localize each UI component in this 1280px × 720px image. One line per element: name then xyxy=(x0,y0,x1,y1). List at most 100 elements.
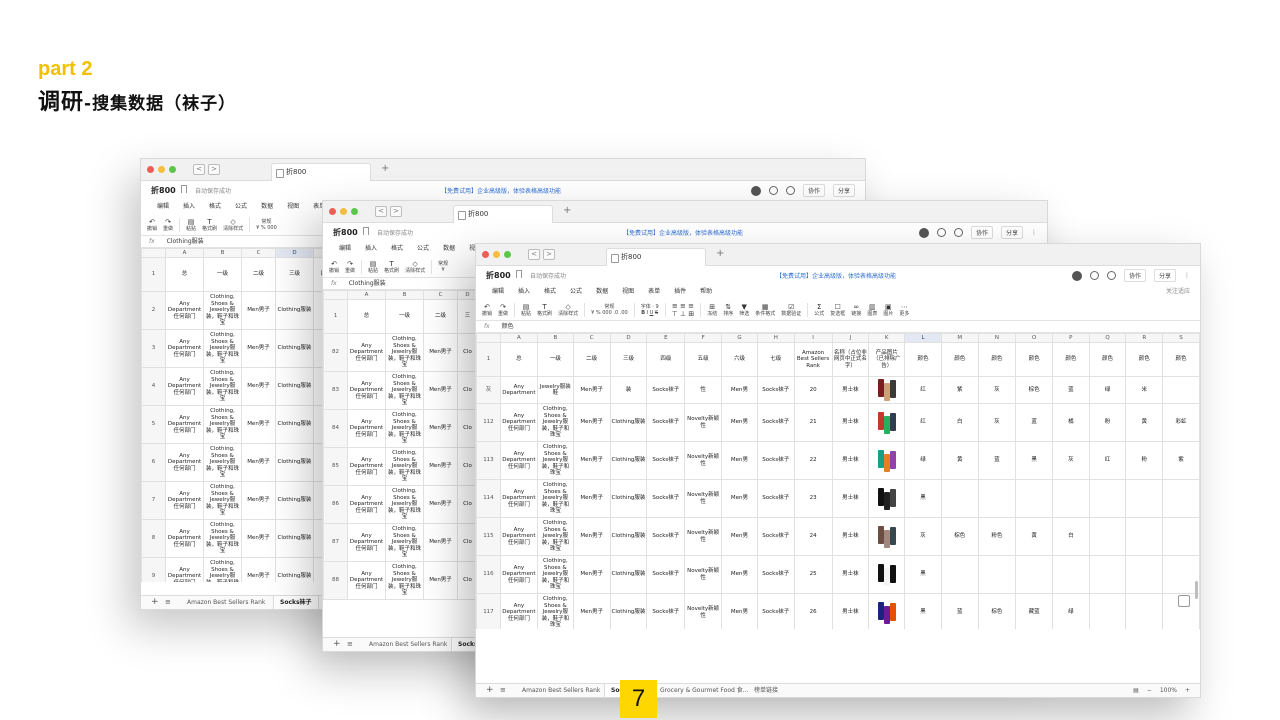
undo-button[interactable]: ↶ 撤销 xyxy=(482,303,492,317)
product-image-cell[interactable] xyxy=(868,593,906,629)
menu-edit[interactable]: 编辑 xyxy=(157,200,169,214)
table-cell[interactable]: Clothing, Shoes & Jewelry服装，鞋子和珠宝 xyxy=(385,409,424,448)
row-header[interactable]: 6 xyxy=(141,443,166,482)
color-cell[interactable]: 棕色 xyxy=(940,517,979,556)
table-cell[interactable]: 男士袜 xyxy=(831,479,870,518)
table-cell[interactable]: Any Department 任何部门 xyxy=(165,557,204,582)
menu-help[interactable]: 帮助 xyxy=(700,285,712,299)
clear-format-button[interactable]: ◇ 清除样式 xyxy=(405,260,425,274)
table-cell[interactable]: Clothing, Shoes & Jewelry服装，鞋子和珠宝 xyxy=(536,555,574,594)
new-tab-button[interactable]: + xyxy=(716,248,724,259)
color-cell[interactable]: 蓝 xyxy=(977,441,1017,480)
table-cell[interactable]: 蓝 xyxy=(1051,376,1090,404)
data-valid-button[interactable]: ☑ 数据验证 xyxy=(781,303,801,317)
table-cell[interactable]: Men男子 xyxy=(241,405,276,444)
table-cell[interactable]: Men男 xyxy=(721,479,758,518)
doc-title[interactable]: 折800 xyxy=(486,270,511,281)
avatar[interactable] xyxy=(1071,270,1082,281)
doc-title[interactable]: 折800 xyxy=(151,185,176,196)
table-cell[interactable]: Clothing服装 xyxy=(275,405,314,444)
sheet-tab-template[interactable]: 榜单链接 xyxy=(748,684,784,697)
row-header[interactable]: 8 xyxy=(141,519,166,558)
back-button[interactable]: < xyxy=(528,249,540,260)
header-cell[interactable]: 四级 xyxy=(646,342,686,377)
table-cell[interactable]: 棕色 xyxy=(1015,376,1053,404)
collab-button[interactable]: 协作 xyxy=(970,226,993,239)
format-painter-button[interactable]: T 格式刷 xyxy=(202,218,217,232)
table-cell[interactable]: Men男子 xyxy=(241,557,276,582)
table-cell[interactable]: Any Department 任何部门 xyxy=(347,485,386,524)
header-cell[interactable]: 一级 xyxy=(385,299,424,334)
redo-button[interactable]: ↷ 重做 xyxy=(163,218,173,232)
table-cell[interactable]: Men男子 xyxy=(572,555,611,594)
header-cell[interactable]: 二级 xyxy=(423,299,458,334)
bookmark-icon[interactable] xyxy=(516,270,522,278)
row-header[interactable]: 7 xyxy=(141,481,166,520)
color-cell[interactable]: 蓝 xyxy=(1015,403,1053,442)
row-header[interactable]: 115 xyxy=(476,517,501,556)
filter-button[interactable]: ▼ 筛选 xyxy=(739,303,749,317)
table-cell[interactable]: Any Department 任何部门 xyxy=(347,371,386,410)
number-format-select[interactable]: 常规 ¥ xyxy=(438,261,448,273)
column-header[interactable]: C xyxy=(423,290,458,300)
table-cell[interactable]: Clothing, Shoes & Jewelry服装，鞋子和珠宝 xyxy=(203,329,242,368)
table-cell[interactable]: Clothing, Shoes & Jewelry服装，鞋子和珠宝 xyxy=(536,441,574,480)
color-cell[interactable] xyxy=(1051,555,1090,594)
table-cell[interactable]: Men男 xyxy=(721,376,758,404)
color-cell[interactable] xyxy=(1125,593,1164,629)
color-cell[interactable] xyxy=(977,555,1017,594)
table-cell[interactable]: Men男子 xyxy=(241,367,276,406)
table-cell[interactable]: Clothing, Shoes & Jewelry服装，鞋子和珠宝 xyxy=(203,405,242,444)
table-cell[interactable]: Clothing服装 xyxy=(275,329,314,368)
paste-button[interactable]: ▤ 粘贴 xyxy=(521,303,531,317)
more-icon[interactable]: ⋮ xyxy=(1184,272,1190,279)
product-image-cell[interactable] xyxy=(868,517,906,556)
table-cell[interactable]: Socks袜子 xyxy=(756,555,795,594)
table-cell[interactable]: Clothing, Shoes & Jewelry服装，鞋子和珠宝 xyxy=(203,291,242,330)
menu-insert[interactable]: 插入 xyxy=(518,285,530,299)
table-cell[interactable] xyxy=(1162,376,1200,404)
close-dot[interactable] xyxy=(482,251,489,258)
image-button[interactable]: ▣ 图片 xyxy=(883,303,893,317)
table-cell[interactable]: Socks袜子 xyxy=(646,376,686,404)
color-cell[interactable]: 彩虹 xyxy=(1162,403,1200,442)
undo-button[interactable]: ↶ 撤销 xyxy=(147,218,157,232)
row-header[interactable]: 114 xyxy=(476,479,501,518)
collab-button[interactable]: 协作 xyxy=(1123,269,1146,282)
product-image-cell[interactable] xyxy=(868,376,906,404)
color-cell[interactable] xyxy=(940,555,979,594)
rank-cell[interactable]: 21 xyxy=(793,403,833,442)
color-cell[interactable]: 橘 xyxy=(1051,403,1090,442)
follow-adapt[interactable]: 关注适应 xyxy=(1166,285,1190,299)
header-cell[interactable]: 颜色 xyxy=(977,342,1017,377)
table-cell[interactable]: Clothing, Shoes & Jewelry服装，鞋子和珠宝 xyxy=(385,561,424,600)
history-icon[interactable] xyxy=(936,228,946,237)
table-cell[interactable]: Clothing, Shoes & Jewelry服装，鞋子和珠宝 xyxy=(203,367,242,406)
header-cell[interactable]: 总 xyxy=(165,257,204,292)
minimize-dot[interactable] xyxy=(493,251,500,258)
table-cell[interactable]: 男士袜 xyxy=(831,376,870,404)
column-header[interactable]: B xyxy=(203,248,242,258)
zoom-level[interactable]: 100% xyxy=(1160,684,1177,697)
rank-cell[interactable]: 26 xyxy=(793,593,833,629)
column-header[interactable]: L xyxy=(904,333,942,343)
row-header[interactable]: 85 xyxy=(323,447,348,486)
color-cell[interactable] xyxy=(1088,479,1127,518)
table-cell[interactable]: Men男子 xyxy=(423,523,458,562)
rank-cell[interactable]: 24 xyxy=(793,517,833,556)
sheet-grid[interactable]: ABCDEFGHIJKLMNOPQRS 1 总一级 二级 三级 四级 五级 六级 七级 Amaz… xyxy=(476,333,1200,629)
back-button[interactable]: < xyxy=(193,164,205,175)
row-header[interactable]: 112 xyxy=(476,403,501,442)
table-cell[interactable]: Any Department 任何部门 xyxy=(499,441,538,480)
maximize-dot[interactable] xyxy=(169,166,176,173)
color-cell[interactable]: 棕色 xyxy=(977,593,1017,629)
add-sheet-button[interactable]: + xyxy=(333,638,341,651)
product-image-cell[interactable] xyxy=(868,441,906,480)
table-cell[interactable]: Novelty新颖性 xyxy=(684,479,723,518)
color-cell[interactable]: 绿 xyxy=(904,441,942,480)
table-cell[interactable]: Men男子 xyxy=(423,371,458,410)
header-cell[interactable]: 总 xyxy=(347,299,386,334)
row-header[interactable]: 84 xyxy=(323,409,348,448)
color-cell[interactable] xyxy=(1088,593,1127,629)
new-tab-button[interactable]: + xyxy=(381,163,389,174)
